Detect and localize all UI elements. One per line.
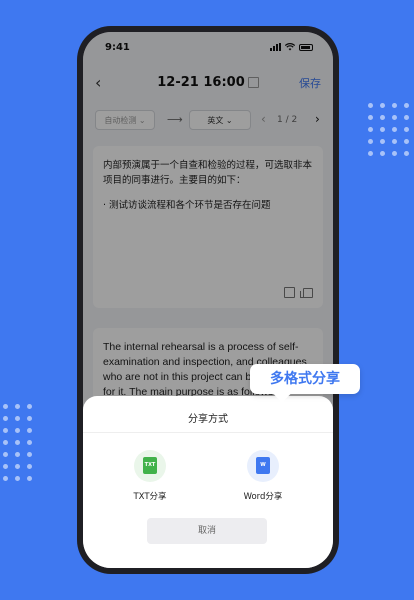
word-icon-circle: W: [247, 450, 279, 482]
decorative-dots-right: [368, 103, 414, 156]
cancel-button[interactable]: 取消: [147, 518, 267, 544]
share-option-word[interactable]: W Word分享: [228, 450, 298, 502]
share-option-label: TXT分享: [133, 492, 167, 502]
phone-frame: 9:41 ‹ 12-21 16:00 保存 自动检测 ⌄ ⟶ 英文 ⌄ ‹ 1 …: [77, 26, 339, 574]
share-sheet: 分享方式 TXT TXT分享 W Word分享 取消: [83, 396, 333, 568]
txt-icon-circle: TXT: [134, 450, 166, 482]
word-file-icon: W: [256, 457, 270, 474]
feature-callout: 多格式分享: [250, 364, 360, 403]
phone-screen: 9:41 ‹ 12-21 16:00 保存 自动检测 ⌄ ⟶ 英文 ⌄ ‹ 1 …: [83, 32, 333, 568]
divider: [83, 432, 333, 433]
share-sheet-title: 分享方式: [188, 414, 228, 425]
callout-text: 多格式分享: [270, 371, 340, 387]
share-option-label: Word分享: [243, 492, 283, 502]
decorative-dots-left: [3, 404, 32, 481]
txt-file-icon: TXT: [143, 457, 157, 474]
share-option-txt[interactable]: TXT TXT分享: [115, 450, 185, 502]
